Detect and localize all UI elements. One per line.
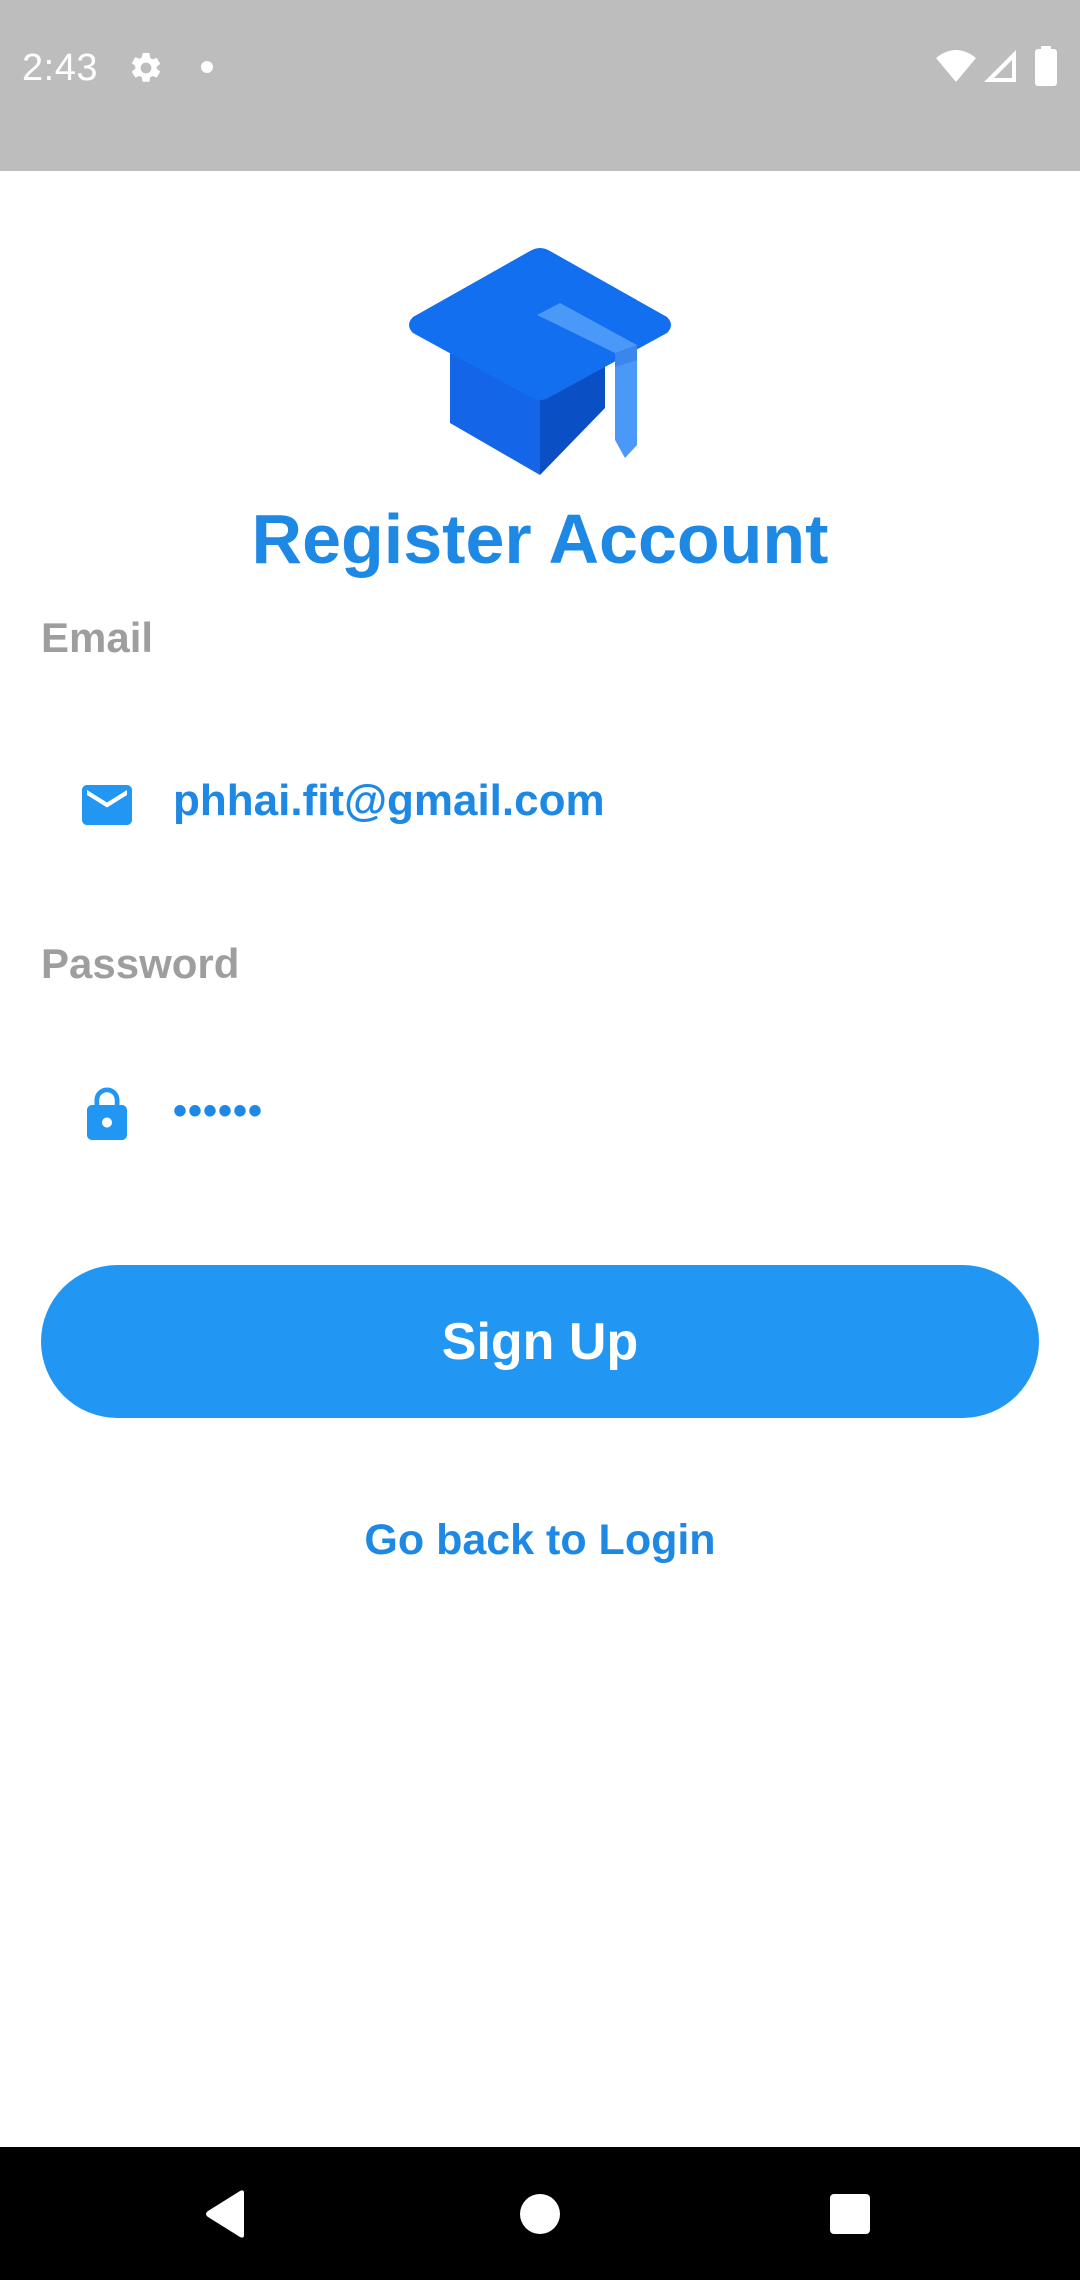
- back-icon: [206, 2189, 244, 2238]
- sign-up-button[interactable]: Sign Up: [41, 1265, 1039, 1418]
- graduation-cap-icon: [409, 248, 671, 475]
- mail-icon: [82, 785, 132, 825]
- wifi-icon: [936, 50, 976, 82]
- lock-icon: [87, 1087, 127, 1140]
- navigation-bar: [0, 2147, 1080, 2280]
- home-button[interactable]: [460, 2147, 620, 2280]
- password-label: Password: [41, 940, 240, 987]
- password-field[interactable]: [41, 1045, 1039, 1175]
- go-back-to-login-link[interactable]: Go back to Login: [0, 1510, 1080, 1570]
- settings-icon: [131, 52, 161, 82]
- email-input[interactable]: [173, 761, 1013, 841]
- signal-icon: [984, 50, 1016, 82]
- email-field[interactable]: [41, 735, 1039, 865]
- password-input[interactable]: [173, 1071, 1013, 1151]
- back-button[interactable]: [145, 2147, 305, 2280]
- email-label: Email: [41, 614, 154, 661]
- status-bar: 2:43: [0, 0, 1080, 171]
- battery-icon: [1035, 46, 1057, 86]
- recents-button[interactable]: [770, 2147, 930, 2280]
- recents-icon: [830, 2193, 870, 2234]
- status-time: 2:43: [22, 47, 98, 89]
- home-icon: [520, 2193, 560, 2234]
- page-title: Register Account: [251, 500, 829, 578]
- notification-dot-icon: [201, 61, 213, 73]
